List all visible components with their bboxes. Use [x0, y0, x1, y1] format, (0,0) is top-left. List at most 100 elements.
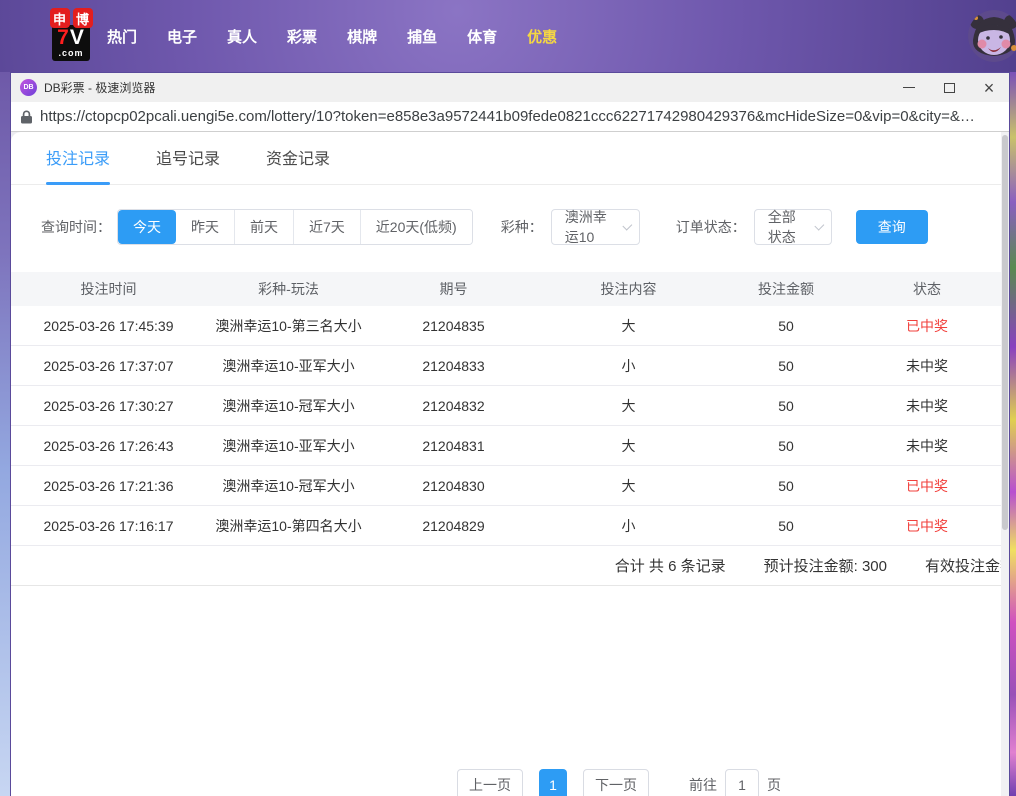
summary-valid-amount: 有效投注金额: [925, 555, 1009, 576]
cell-bet-content: 大: [536, 316, 721, 336]
background-page-left-edge: [0, 72, 10, 796]
header-bet-time: 投注时间: [11, 279, 206, 299]
tab-chase-records[interactable]: 追号记录: [156, 145, 220, 171]
cell-bet-content: 大: [536, 476, 721, 496]
scrollbar-thumb[interactable]: [1002, 135, 1008, 530]
logo-box: 7V .com: [52, 25, 90, 61]
cell-issue: 21204831: [371, 438, 536, 454]
nav-item-fishing[interactable]: 捕鱼: [407, 26, 437, 47]
pagination: 上一页 1 下一页 前往 页: [123, 769, 1009, 796]
browser-window: DB DB彩票 - 极速浏览器 × https://ctopcp02pcali.…: [10, 72, 1010, 796]
tab-fund-records[interactable]: 资金记录: [266, 145, 330, 171]
table-row[interactable]: 2025-03-26 17:16:17 澳洲幸运10-第四名大小 2120482…: [11, 506, 1003, 546]
cell-bet-content: 小: [536, 356, 721, 376]
order-status-select[interactable]: 全部状态: [754, 209, 832, 245]
cell-bet-amount: 50: [721, 318, 851, 334]
maximize-button[interactable]: [929, 73, 969, 102]
active-tab-underline: [46, 182, 110, 185]
close-button[interactable]: ×: [969, 73, 1009, 102]
avatar-image: [968, 10, 1016, 62]
background-page-right-edge: [1010, 72, 1016, 796]
close-icon: ×: [984, 79, 995, 97]
cell-status: 已中奖: [851, 476, 1003, 496]
table-row[interactable]: 2025-03-26 17:30:27 澳洲幸运10-冠军大小 21204832…: [11, 386, 1003, 426]
cell-bet-time: 2025-03-26 17:16:17: [11, 518, 206, 534]
site-logo[interactable]: 申 博 7V .com: [35, 8, 107, 61]
cell-status: 已中奖: [851, 516, 1003, 536]
summary-bar: 合计 共 6 条记录 预计投注金额: 300 有效投注金额: [11, 546, 1003, 586]
header-bet-content: 投注内容: [536, 279, 721, 299]
next-page-button[interactable]: 下一页: [583, 769, 649, 796]
nav-item-promo[interactable]: 优惠: [527, 26, 557, 47]
window-title: DB彩票 - 极速浏览器: [44, 79, 155, 96]
cell-bet-time: 2025-03-26 17:30:27: [11, 398, 206, 414]
order-status-value: 全部状态: [768, 207, 805, 247]
cell-bet-content: 小: [536, 516, 721, 536]
filter-bar: 查询时间： 今天 昨天 前天 近7天 近20天(低频) 彩种： 澳洲幸运10 订…: [41, 209, 1001, 245]
time-filter-label: 查询时间：: [41, 217, 111, 237]
table-row[interactable]: 2025-03-26 17:37:07 澳洲幸运10-亚军大小 21204833…: [11, 346, 1003, 386]
current-page-button[interactable]: 1: [539, 769, 567, 796]
goto-page-input[interactable]: [725, 769, 759, 796]
lottery-filter-label: 彩种：: [501, 217, 543, 237]
cell-status: 未中奖: [851, 396, 1003, 416]
address-bar[interactable]: https://ctopcp02pcali.uengi5e.com/lotter…: [11, 102, 1009, 132]
logo-badge-shen: 申: [50, 8, 70, 28]
nav-item-sports[interactable]: 体育: [467, 26, 497, 47]
time-option-today[interactable]: 今天: [118, 210, 176, 244]
goto-page-group: 前往 页: [689, 769, 781, 796]
logo-7v-text: 7V: [57, 27, 85, 48]
order-status-label: 订单状态：: [676, 217, 746, 237]
user-avatar[interactable]: [968, 10, 1016, 62]
table-row[interactable]: 2025-03-26 17:45:39 澳洲幸运10-第三名大小 2120483…: [11, 306, 1003, 346]
site-top-nav: 申 博 7V .com 热门 电子 真人 彩票 棋牌 捕鱼 体育 优惠: [0, 0, 1016, 72]
logo-badges: 申 博: [50, 8, 93, 28]
vertical-scrollbar[interactable]: [1001, 132, 1009, 796]
goto-label: 前往: [689, 775, 717, 795]
browser-titlebar[interactable]: DB DB彩票 - 极速浏览器 ×: [11, 73, 1009, 102]
cell-bet-content: 大: [536, 436, 721, 456]
nav-item-hot[interactable]: 热门: [107, 26, 137, 47]
time-option-day-before[interactable]: 前天: [234, 210, 293, 244]
cell-bet-time: 2025-03-26 17:37:07: [11, 358, 206, 374]
table-row[interactable]: 2025-03-26 17:21:36 澳洲幸运10-冠军大小 21204830…: [11, 466, 1003, 506]
nav-item-chess[interactable]: 棋牌: [347, 26, 377, 47]
tab-bet-records-label: 投注记录: [46, 151, 110, 168]
page-content-wrap: 投注记录 追号记录 资金记录 查询时间： 今天 昨天 前天 近7天 近20天(低…: [11, 132, 1009, 796]
tab-bet-records[interactable]: 投注记录: [46, 145, 110, 171]
summary-expected-amount: 预计投注金额: 300: [764, 555, 887, 576]
table-row[interactable]: 2025-03-26 17:26:43 澳洲幸运10-亚军大小 21204831…: [11, 426, 1003, 466]
nav-item-live[interactable]: 真人: [227, 26, 257, 47]
cell-status: 已中奖: [851, 316, 1003, 336]
page-unit-label: 页: [767, 775, 781, 795]
lottery-select-value: 澳洲幸运10: [565, 207, 613, 247]
nav-menu: 热门 电子 真人 彩票 棋牌 捕鱼 体育 优惠: [107, 0, 557, 72]
time-range-group: 今天 昨天 前天 近7天 近20天(低频): [117, 209, 473, 245]
cell-game-play: 澳洲幸运10-冠军大小: [206, 396, 371, 416]
nav-item-electronic[interactable]: 电子: [167, 26, 197, 47]
nav-item-lottery[interactable]: 彩票: [287, 26, 317, 47]
cell-issue: 21204832: [371, 398, 536, 414]
time-option-7days[interactable]: 近7天: [293, 210, 360, 244]
cell-issue: 21204829: [371, 518, 536, 534]
cell-status: 未中奖: [851, 436, 1003, 456]
chevron-down-icon: [622, 221, 632, 231]
time-option-yesterday[interactable]: 昨天: [176, 210, 234, 244]
cell-issue: 21204833: [371, 358, 536, 374]
cell-bet-time: 2025-03-26 17:45:39: [11, 318, 206, 334]
header-bet-amount: 投注金额: [721, 279, 851, 299]
header-game-play: 彩种-玩法: [206, 279, 371, 299]
cell-game-play: 澳洲幸运10-冠军大小: [206, 476, 371, 496]
cell-bet-time: 2025-03-26 17:21:36: [11, 478, 206, 494]
cell-issue: 21204830: [371, 478, 536, 494]
time-option-20days[interactable]: 近20天(低频): [360, 210, 472, 244]
cell-status: 未中奖: [851, 356, 1003, 376]
prev-page-button[interactable]: 上一页: [457, 769, 523, 796]
lottery-select[interactable]: 澳洲幸运10: [551, 209, 640, 245]
cell-issue: 21204835: [371, 318, 536, 334]
minimize-button[interactable]: [889, 73, 929, 102]
lock-icon: [21, 110, 32, 124]
cell-game-play: 澳洲幸运10-第四名大小: [206, 516, 371, 536]
cell-bet-time: 2025-03-26 17:26:43: [11, 438, 206, 454]
search-button[interactable]: 查询: [856, 210, 928, 244]
